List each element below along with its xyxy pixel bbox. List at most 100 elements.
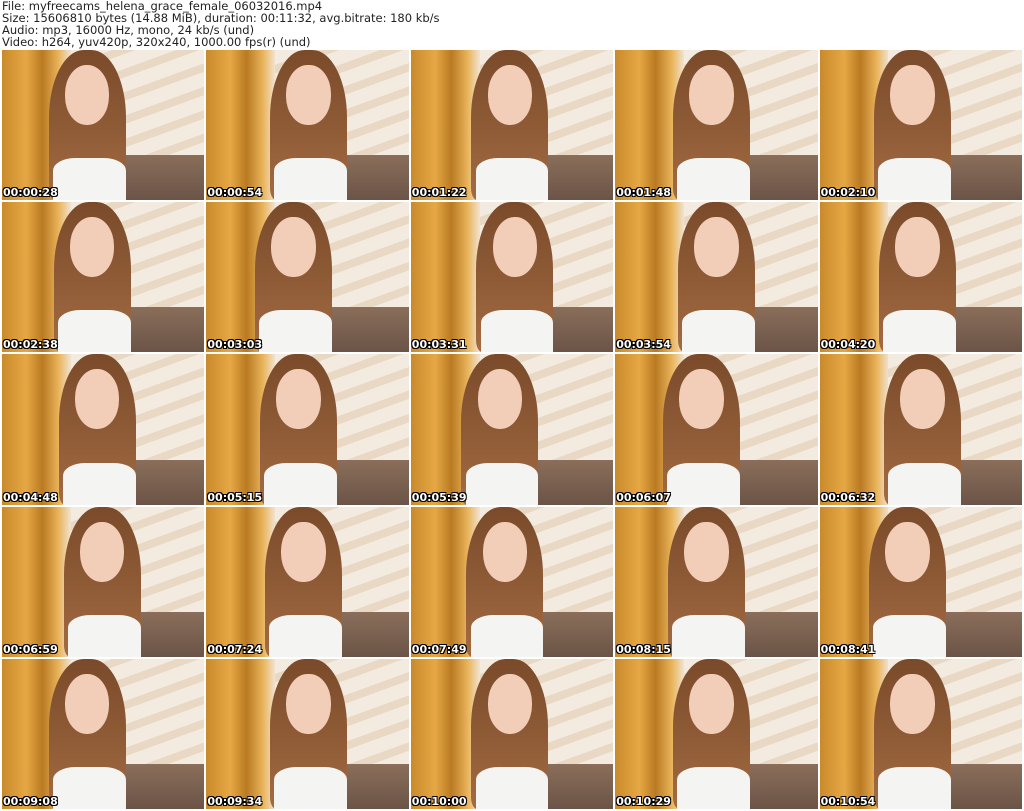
person-top	[666, 462, 740, 505]
person-face	[885, 521, 930, 582]
sofa	[941, 155, 1022, 201]
video-thumbnail: 00:10:54	[819, 658, 1022, 809]
timestamp: 00:06:32	[820, 490, 876, 504]
timestamp: 00:03:31	[411, 338, 467, 352]
video-thumbnail: 00:02:10	[819, 50, 1022, 201]
person-face	[286, 65, 331, 126]
person-face	[64, 65, 110, 126]
timestamp: 00:09:08	[3, 794, 58, 808]
video-thumbnail: 00:06:32	[819, 354, 1022, 505]
person-face	[74, 369, 120, 430]
video-thumbnail: 00:06:07	[615, 354, 818, 505]
timestamp: 00:05:39	[411, 490, 467, 504]
video-thumbnail: 00:02:38	[2, 202, 205, 353]
sofa	[941, 611, 1022, 657]
video-thumbnail: 00:01:48	[615, 50, 818, 201]
person-top	[878, 766, 952, 809]
sofa	[736, 459, 818, 505]
person-top	[475, 158, 549, 201]
person-top	[269, 614, 342, 657]
timestamp: 00:00:28	[3, 186, 58, 200]
sofa	[123, 459, 205, 505]
timestamp: 00:04:20	[820, 338, 876, 352]
timestamp: 00:10:54	[820, 794, 876, 808]
video-thumbnail: 00:01:22	[410, 50, 614, 201]
file-info-header: File: myfreecams_helena_grace_female_060…	[2, 0, 440, 48]
timestamp: 00:10:00	[411, 794, 467, 808]
person-top	[274, 158, 347, 201]
person-top	[52, 158, 126, 201]
person-face	[689, 673, 734, 734]
person-top	[888, 462, 962, 505]
person-face	[900, 369, 945, 430]
person-face	[694, 217, 739, 278]
timestamp: 00:07:49	[411, 642, 467, 656]
person-top	[873, 614, 947, 657]
person-face	[487, 65, 533, 126]
timestamp: 00:07:24	[207, 642, 263, 656]
person-face	[271, 217, 316, 278]
person-top	[57, 310, 131, 353]
person-top	[274, 766, 347, 809]
timestamp: 00:08:15	[616, 642, 671, 656]
timestamp: 00:03:54	[616, 338, 671, 352]
sofa	[123, 763, 205, 809]
thumbnail-grid: 00:00:28 00:00:54 00:01:22 00:01:48 00:02:10…	[2, 50, 1022, 809]
person-face	[477, 369, 523, 430]
video-thumbnail: 00:07:24	[206, 506, 409, 657]
video-thumbnail: 00:08:41	[819, 506, 1022, 657]
person-face	[487, 673, 533, 734]
video-thumbnail: 00:00:28	[2, 50, 205, 201]
person-top	[883, 310, 957, 353]
sofa	[327, 459, 409, 505]
timestamp: 00:02:38	[3, 338, 58, 352]
timestamp: 00:01:22	[411, 186, 467, 200]
timestamp: 00:02:10	[820, 186, 876, 200]
video-thumbnail: 00:05:15	[206, 354, 409, 505]
video-thumbnail: 00:10:29	[615, 658, 818, 809]
person-face	[890, 65, 935, 126]
timestamp: 00:05:15	[207, 490, 263, 504]
timestamp: 00:04:48	[3, 490, 58, 504]
person-top	[62, 462, 136, 505]
person-face	[492, 217, 538, 278]
person-top	[259, 310, 332, 353]
person-top	[67, 614, 141, 657]
timestamp: 00:09:34	[207, 794, 263, 808]
timestamp: 00:01:48	[616, 186, 671, 200]
sofa	[532, 459, 614, 505]
person-face	[689, 65, 734, 126]
video-thumbnail: 00:04:48	[2, 354, 205, 505]
person-top	[475, 766, 549, 809]
video-thumbnail: 00:03:31	[410, 202, 614, 353]
video-thumbnail: 00:09:08	[2, 658, 205, 809]
person-face	[286, 673, 331, 734]
timestamp: 00:10:29	[616, 794, 671, 808]
timestamp: 00:08:41	[820, 642, 876, 656]
person-top	[264, 462, 337, 505]
person-face	[679, 369, 724, 430]
sofa	[327, 307, 409, 353]
sofa	[941, 763, 1022, 809]
video-thumbnail: 00:10:00	[410, 658, 614, 809]
person-top	[681, 310, 755, 353]
video-thumbnail: 00:00:54	[206, 50, 409, 201]
person-top	[52, 766, 126, 809]
person-top	[676, 766, 750, 809]
video-thumbnail: 00:09:34	[206, 658, 409, 809]
person-face	[482, 521, 528, 582]
sofa	[736, 611, 818, 657]
video-thumbnail: 00:05:39	[410, 354, 614, 505]
person-face	[281, 521, 326, 582]
person-top	[470, 614, 544, 657]
timestamp: 00:06:07	[616, 490, 671, 504]
person-face	[69, 217, 115, 278]
person-top	[465, 462, 539, 505]
sofa	[123, 307, 205, 353]
person-face	[64, 673, 110, 734]
person-face	[276, 369, 321, 430]
video-thumbnail: 00:07:49	[410, 506, 614, 657]
timestamp: 00:03:03	[207, 338, 263, 352]
sofa	[123, 155, 205, 201]
video-thumbnail: 00:06:59	[2, 506, 205, 657]
